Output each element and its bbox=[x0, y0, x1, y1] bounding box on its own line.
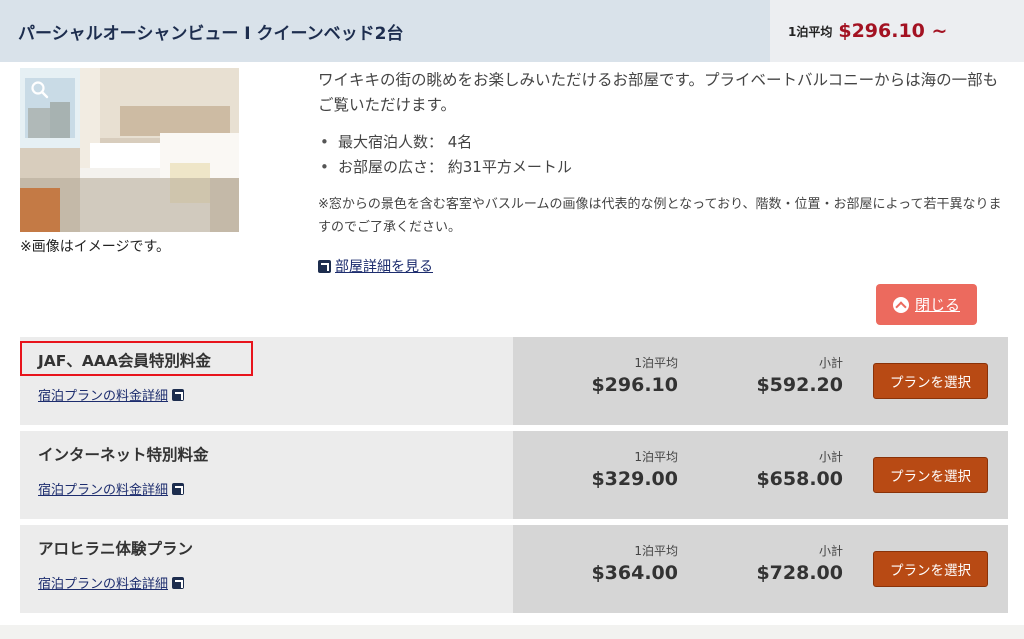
plan-avg-label: 1泊平均 bbox=[634, 450, 678, 464]
select-plan-button[interactable]: プランを選択 bbox=[873, 363, 988, 399]
plan-rate-details-link[interactable]: 宿泊プランの料金詳細 bbox=[38, 385, 185, 404]
room-details-link-label: 部屋詳細を見る bbox=[335, 259, 433, 275]
select-plan-button[interactable]: プランを選択 bbox=[873, 551, 988, 587]
room-details-link[interactable]: 部屋詳細を見る bbox=[318, 256, 433, 276]
plan-highlight-box bbox=[20, 341, 253, 376]
footer-strip bbox=[0, 625, 1024, 639]
room-price-summary: 1泊平均 $296.10 ~ bbox=[770, 0, 1024, 62]
plan-name: インターネット特別料金 bbox=[38, 446, 209, 464]
plan-name: アロヒラニ体験プラン bbox=[38, 540, 194, 558]
avg-price-value: $296.10 ~ bbox=[838, 20, 948, 42]
room-specs: 最大宿泊人数： 4名 お部屋の広さ： 約31平方メートル bbox=[318, 130, 572, 180]
external-link-icon bbox=[172, 388, 185, 401]
plan-rate-details-link[interactable]: 宿泊プランの料金詳細 bbox=[38, 573, 185, 592]
plan-rate-details-label: 宿泊プランの料金詳細 bbox=[38, 389, 169, 404]
plan-avg-label: 1泊平均 bbox=[634, 356, 678, 370]
spec-room-size: お部屋の広さ： 約31平方メートル bbox=[318, 155, 572, 180]
plan-subtotal: $592.20 bbox=[756, 374, 843, 396]
chevron-up-circle-icon bbox=[892, 296, 909, 313]
external-link-icon bbox=[318, 259, 331, 273]
plan-row: アロヒラニ体験プラン 宿泊プランの料金詳細 1泊平均 $364.00 小計 $7… bbox=[20, 525, 1008, 613]
plan-avg-price: $364.00 bbox=[591, 562, 678, 584]
external-link-icon bbox=[172, 576, 185, 589]
avg-price-label: 1泊平均 bbox=[788, 24, 833, 39]
plan-avg-label: 1泊平均 bbox=[634, 544, 678, 558]
plan-avg-price: $296.10 bbox=[591, 374, 678, 396]
external-link-icon bbox=[172, 482, 185, 495]
plan-avg-price: $329.00 bbox=[591, 468, 678, 490]
plan-subtotal-label: 小計 bbox=[818, 450, 843, 464]
spec-max-guests: 最大宿泊人数： 4名 bbox=[318, 130, 572, 155]
plan-rate-details-link[interactable]: 宿泊プランの料金詳細 bbox=[38, 479, 185, 498]
close-button-label: 閉じる bbox=[914, 296, 960, 314]
plan-rate-details-label: 宿泊プランの料金詳細 bbox=[38, 577, 169, 592]
plan-subtotal-label: 小計 bbox=[818, 356, 843, 370]
room-header: パーシャルオーシャンビュー I クイーンベッド2台 1泊平均 $296.10 ~ bbox=[0, 0, 1024, 62]
close-button[interactable]: 閉じる bbox=[876, 284, 977, 325]
plan-row: インターネット特別料金 宿泊プランの料金詳細 1泊平均 $329.00 小計 $… bbox=[20, 431, 1008, 519]
plan-subtotal: $658.00 bbox=[756, 468, 843, 490]
room-description: ワイキキの街の眺めをお楽しみいただけるお部屋です。プライベートバルコニーからは海… bbox=[318, 71, 999, 114]
room-image-note: ※窓からの景色を含む客室やバスルームの画像は代表的な例となっており、階数・位置・… bbox=[318, 197, 1002, 235]
plan-subtotal: $728.00 bbox=[756, 562, 843, 584]
room-photo[interactable] bbox=[20, 68, 239, 232]
select-plan-button[interactable]: プランを選択 bbox=[873, 457, 988, 493]
plan-subtotal-label: 小計 bbox=[818, 544, 843, 558]
magnifier-icon[interactable] bbox=[30, 80, 50, 100]
plan-rate-details-label: 宿泊プランの料金詳細 bbox=[38, 483, 169, 498]
room-title: パーシャルオーシャンビュー I クイーンベッド2台 bbox=[0, 0, 770, 62]
photo-disclaimer: ※画像はイメージです。 bbox=[20, 239, 171, 255]
